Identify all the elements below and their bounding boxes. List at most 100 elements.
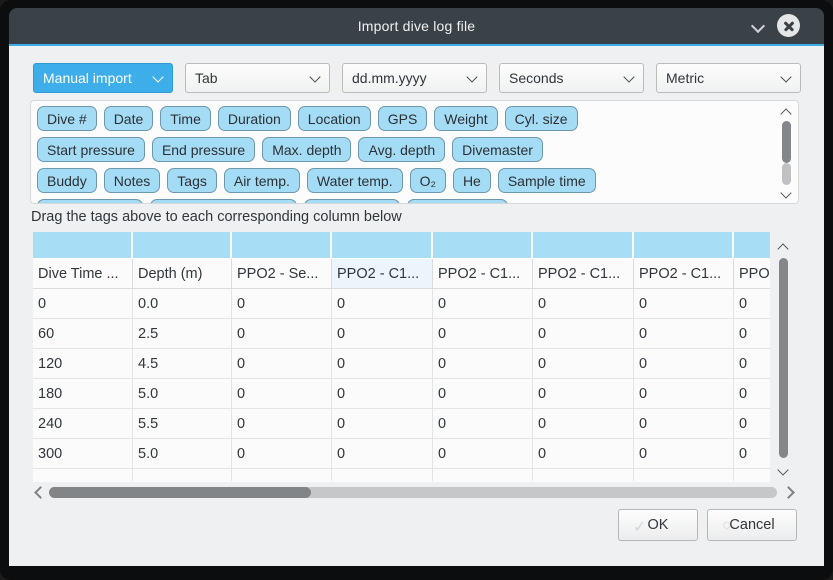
table-scrollbar-horizontal[interactable] <box>33 485 793 501</box>
scroll-down-icon[interactable] <box>779 466 787 474</box>
tag-duration[interactable]: Duration <box>218 106 291 131</box>
tag-dive-[interactable]: Dive # <box>37 106 97 131</box>
table-cell: 0 <box>734 379 770 409</box>
tag-gps[interactable]: GPS <box>378 106 428 131</box>
table-cell: 240 <box>33 409 133 439</box>
tag-tags[interactable]: Tags <box>167 168 217 193</box>
scrollbar-thumb[interactable] <box>49 487 311 498</box>
table-row <box>33 232 770 259</box>
chevron-down-icon[interactable] <box>750 20 766 32</box>
combo-tab[interactable]: Tab <box>185 63 330 93</box>
table-cell: 0 <box>634 409 734 439</box>
table-cell: 0 <box>533 349 634 379</box>
scroll-up-icon[interactable] <box>779 242 787 250</box>
column-drop-target[interactable] <box>33 232 133 259</box>
tag-buddy[interactable]: Buddy <box>37 168 97 193</box>
preview-table-body: Dive Time ...Depth (m)PPO2 - Se...PPO2 -… <box>33 232 770 482</box>
scroll-right-icon[interactable] <box>784 488 793 497</box>
column-header[interactable]: PPO2 <box>734 259 770 289</box>
table-cell: 0 <box>332 409 433 439</box>
tag-sample-cns[interactable]: Sample CNS <box>407 199 508 204</box>
tag-notes[interactable]: Notes <box>104 168 161 193</box>
table-cell: 0 <box>433 349 533 379</box>
table-cell: 0 <box>734 319 770 349</box>
table-cell: 0 <box>332 289 433 319</box>
scroll-up-icon[interactable] <box>782 107 790 115</box>
column-drop-target[interactable] <box>232 232 332 259</box>
scroll-down-icon[interactable] <box>782 189 790 197</box>
tag-row: Buddy NotesTags Air temp. Water temp. O₂ He Sa… <box>37 168 774 193</box>
tag-sample-temperature[interactable]: Sample temperature <box>150 199 297 204</box>
table-cell: 0 <box>232 289 332 319</box>
cancel-button[interactable]: ○ Cancel <box>707 509 797 541</box>
column-header[interactable]: PPO2 - Se... <box>232 259 332 289</box>
table-cell: 0 <box>734 409 770 439</box>
column-header[interactable]: PPO2 - C1... <box>634 259 734 289</box>
tag-palette-scrollbar[interactable] <box>779 105 794 199</box>
column-header[interactable]: PPO2 - C1... <box>433 259 533 289</box>
table-cell: 0 <box>332 319 433 349</box>
ok-button-label: OK <box>648 517 669 533</box>
ok-button[interactable]: ✓ OK <box>618 509 698 541</box>
table-cell: 2.5 <box>133 319 232 349</box>
tag-row: Dive # DateTime Duration Location GPSWeight C… <box>37 106 774 131</box>
window-frame: Import dive log file Manual import Tab dd.… <box>0 0 833 580</box>
chevron-down-icon <box>780 71 791 82</box>
column-drop-target[interactable] <box>734 232 770 259</box>
column-drop-target[interactable] <box>133 232 232 259</box>
column-drop-target[interactable] <box>533 232 634 259</box>
table-cell: 0 <box>332 349 433 379</box>
scrollbar-thumb[interactable] <box>782 121 791 163</box>
column-header[interactable]: Depth (m) <box>133 259 232 289</box>
tag-cyl-size[interactable]: Cyl. size <box>505 106 578 131</box>
column-drop-target[interactable] <box>332 232 433 259</box>
close-icon[interactable] <box>777 14 800 37</box>
table-cell: 0.0 <box>133 289 232 319</box>
table-cell: 0 <box>433 379 533 409</box>
tag-he[interactable]: He <box>453 168 491 193</box>
tag-sample-time[interactable]: Sample time <box>498 168 596 193</box>
table-row: 3005.0000000 <box>33 439 770 469</box>
tag-o-[interactable]: O₂ <box>410 168 446 193</box>
tag-avg-depth[interactable]: Avg. depth <box>358 137 445 162</box>
instruction-label: Drag the tags above to each correspondin… <box>31 209 402 225</box>
scrollbar-track[interactable] <box>49 487 777 498</box>
table-scrollbar-vertical[interactable] <box>774 232 794 482</box>
scrollbar-track[interactable] <box>782 163 791 185</box>
tag-start-pressure[interactable]: Start pressure <box>37 137 145 162</box>
tag-max-depth[interactable]: Max. depth <box>262 137 351 162</box>
table-cell <box>734 469 770 481</box>
column-drop-target[interactable] <box>433 232 533 259</box>
tag-air-temp-[interactable]: Air temp. <box>224 168 300 193</box>
tag-palette-inner: Dive # DateTime Duration Location GPSWeight C… <box>37 106 774 204</box>
combo-dd-mm-yyyy[interactable]: dd.mm.yyyy <box>342 63 487 93</box>
tag-location[interactable]: Location <box>298 106 371 131</box>
tag-palette: Dive # DateTime Duration Location GPSWeight C… <box>30 100 799 204</box>
import-dialog: Manual importTabdd.mm.yyyySecondsMetric … <box>9 46 824 566</box>
table-cell <box>634 469 734 481</box>
combo-manual-import[interactable]: Manual import <box>33 63 173 93</box>
tag-end-pressure[interactable]: End pressure <box>152 137 255 162</box>
tag-sample-depth[interactable]: Sample depth <box>37 199 143 204</box>
table-cell: 0 <box>232 409 332 439</box>
table-cell: 0 <box>734 349 770 379</box>
tag-water-temp-[interactable]: Water temp. <box>307 168 403 193</box>
tag-date[interactable]: Date <box>104 106 154 131</box>
combo-metric[interactable]: Metric <box>656 63 801 93</box>
tag-weight[interactable]: Weight <box>434 106 497 131</box>
column-drop-target[interactable] <box>634 232 734 259</box>
combo-value: dd.mm.yyyy <box>352 70 427 86</box>
column-header[interactable]: Dive Time ... <box>33 259 133 289</box>
tag-sample-po-[interactable]: Sample pO₂ <box>304 199 399 204</box>
titlebar: Import dive log file <box>9 8 824 44</box>
scroll-left-icon[interactable] <box>33 488 42 497</box>
column-header[interactable]: PPO2 - C1... <box>332 259 433 289</box>
table-cell: 0 <box>232 379 332 409</box>
scrollbar-thumb[interactable] <box>779 258 788 458</box>
tag-divemaster[interactable]: Divemaster <box>452 137 543 162</box>
combo-seconds[interactable]: Seconds <box>499 63 644 93</box>
column-header[interactable]: PPO2 - C1... <box>533 259 634 289</box>
table-cell: 5.0 <box>133 439 232 469</box>
tag-time[interactable]: Time <box>160 106 211 131</box>
table-cell: 0 <box>433 439 533 469</box>
